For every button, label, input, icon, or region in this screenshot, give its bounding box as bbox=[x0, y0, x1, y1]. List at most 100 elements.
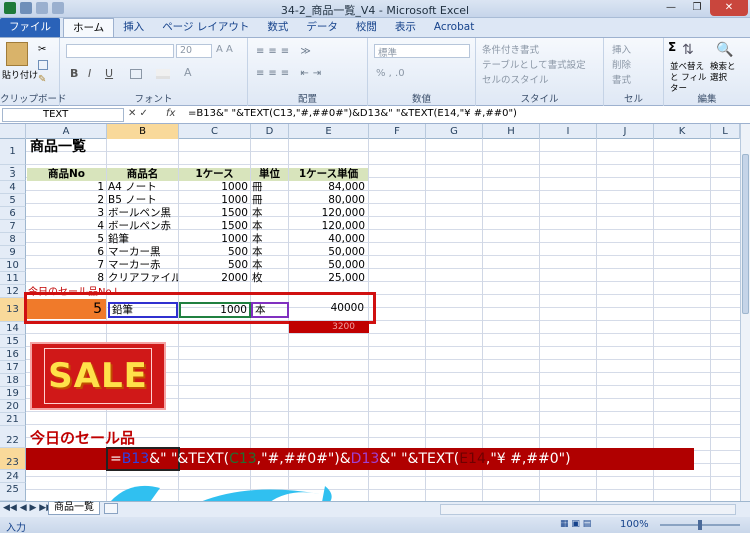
tab-formulas[interactable]: 数式 bbox=[258, 18, 297, 37]
header-cell[interactable]: 単位 bbox=[251, 168, 288, 181]
vertical-scrollbar[interactable] bbox=[740, 124, 750, 501]
table-cell[interactable]: 120,000 bbox=[289, 207, 367, 220]
sale-item-case[interactable]: 1000 bbox=[179, 302, 251, 318]
row-header[interactable]: 12 bbox=[0, 285, 26, 298]
cut-icon[interactable]: ✂ bbox=[38, 44, 46, 55]
table-cell[interactable]: 500 bbox=[179, 259, 250, 272]
table-cell[interactable]: 120,000 bbox=[289, 220, 367, 233]
align-top-icon[interactable]: ≡≡≡ ≫ bbox=[256, 46, 315, 57]
table-cell[interactable]: 2000 bbox=[179, 272, 250, 285]
row-header[interactable]: 13 bbox=[0, 298, 26, 322]
table-cell[interactable]: 本 bbox=[252, 220, 288, 233]
table-cell[interactable]: 1000 bbox=[179, 194, 250, 207]
header-cell[interactable]: 商品No bbox=[27, 168, 106, 181]
table-cell[interactable]: クリアファイル bbox=[108, 272, 178, 285]
zoom-thumb[interactable] bbox=[698, 520, 702, 530]
column-header[interactable]: F bbox=[369, 124, 426, 139]
table-cell[interactable]: 3 bbox=[27, 207, 106, 220]
column-header[interactable]: K bbox=[654, 124, 711, 139]
table-cell[interactable]: 本 bbox=[252, 207, 288, 220]
row-header[interactable]: 22 bbox=[0, 426, 26, 448]
table-cell[interactable]: 冊 bbox=[252, 181, 288, 194]
table-cell[interactable]: 1000 bbox=[179, 181, 250, 194]
percent-icon[interactable]: % , .0 bbox=[376, 68, 405, 79]
header-cell[interactable]: 1ケース単価 bbox=[289, 168, 368, 181]
table-cell[interactable]: マーカー赤 bbox=[108, 259, 178, 272]
row-header[interactable]: 21 bbox=[0, 413, 26, 426]
table-cell[interactable]: 枚 bbox=[252, 272, 288, 285]
table-cell[interactable]: 4 bbox=[27, 220, 106, 233]
font-name-select[interactable] bbox=[66, 44, 174, 58]
horizontal-scrollbar[interactable] bbox=[440, 504, 736, 515]
row-header[interactable]: 10 bbox=[0, 259, 26, 272]
row-header[interactable]: 3 bbox=[0, 168, 26, 181]
new-sheet-icon[interactable] bbox=[104, 503, 118, 514]
column-header[interactable]: I bbox=[540, 124, 597, 139]
table-cell[interactable]: ボールペン赤 bbox=[108, 220, 178, 233]
row-header[interactable]: 15 bbox=[0, 335, 26, 348]
sale-no-input[interactable]: 5 bbox=[27, 299, 106, 319]
sale-price-cell[interactable]: 3200 bbox=[289, 321, 369, 333]
maximize-icon[interactable]: ❐ bbox=[684, 0, 710, 16]
table-cell[interactable]: 5 bbox=[27, 233, 106, 246]
font-color-icon[interactable]: A bbox=[184, 66, 192, 79]
table-cell[interactable]: 80,000 bbox=[289, 194, 367, 207]
tab-acrobat[interactable]: Acrobat bbox=[425, 18, 484, 37]
row-header[interactable]: 14 bbox=[0, 322, 26, 335]
insert-function-button[interactable]: fx bbox=[166, 108, 175, 119]
cancel-icon[interactable]: ✕ ✓ bbox=[128, 108, 148, 119]
tab-data[interactable]: データ bbox=[297, 18, 347, 37]
column-header[interactable]: B bbox=[107, 124, 179, 139]
autosum-button[interactable]: Σ bbox=[668, 40, 676, 54]
row-header[interactable]: 9 bbox=[0, 246, 26, 259]
row-header[interactable]: 7 bbox=[0, 220, 26, 233]
table-cell[interactable]: 84,000 bbox=[289, 181, 367, 194]
find-select-button[interactable]: 検索と 選択 bbox=[710, 62, 746, 84]
table-cell[interactable]: 1500 bbox=[179, 207, 250, 220]
tab-insert[interactable]: 挿入 bbox=[114, 18, 153, 37]
row-header[interactable]: 16 bbox=[0, 348, 26, 361]
table-cell[interactable]: 8 bbox=[27, 272, 106, 285]
bold-button[interactable]: B bbox=[70, 67, 78, 80]
table-cell[interactable]: 50,000 bbox=[289, 246, 367, 259]
font-size-select[interactable]: 20 bbox=[176, 44, 212, 58]
row-header[interactable]: 17 bbox=[0, 361, 26, 374]
tab-view[interactable]: 表示 bbox=[386, 18, 425, 37]
table-cell[interactable]: A4 ノート bbox=[108, 181, 178, 194]
sheet-nav-icon[interactable]: ◀◀ ◀ ▶ ▶▶ bbox=[3, 503, 53, 513]
table-cell[interactable]: 1500 bbox=[179, 220, 250, 233]
grow-font-icon[interactable]: A A bbox=[216, 44, 233, 55]
conditional-format-button[interactable]: 条件付き書式 bbox=[482, 42, 539, 56]
italic-button[interactable]: I bbox=[88, 67, 91, 80]
paste-button[interactable]: 貼り付け bbox=[2, 68, 38, 81]
table-cell[interactable]: 2 bbox=[27, 194, 106, 207]
align-left-icon[interactable]: ≡≡≡ ⇤⇥ bbox=[256, 68, 325, 79]
row-header[interactable]: 4 bbox=[0, 181, 26, 194]
table-cell[interactable]: B5 ノート bbox=[108, 194, 178, 207]
close-icon[interactable]: ✕ bbox=[710, 0, 748, 16]
scroll-thumb[interactable] bbox=[742, 154, 749, 314]
row-header[interactable]: 1 bbox=[0, 139, 26, 165]
insert-cells-button[interactable]: 挿入 bbox=[612, 42, 631, 56]
table-cell[interactable]: 7 bbox=[27, 259, 106, 272]
zoom-level[interactable]: 100% bbox=[620, 519, 649, 530]
column-header[interactable]: D bbox=[251, 124, 289, 139]
column-header[interactable]: H bbox=[483, 124, 540, 139]
cell-style-button[interactable]: セルのスタイル bbox=[482, 72, 549, 86]
select-all-corner[interactable] bbox=[0, 124, 26, 139]
delete-cells-button[interactable]: 削除 bbox=[612, 57, 631, 71]
row-header[interactable]: 18 bbox=[0, 374, 26, 387]
row-header[interactable]: 5 bbox=[0, 194, 26, 207]
name-box[interactable]: TEXT bbox=[2, 108, 124, 122]
table-cell[interactable]: 鉛筆 bbox=[108, 233, 178, 246]
sale-item-price[interactable]: 40000 bbox=[289, 302, 368, 318]
row-header[interactable]: 23 bbox=[0, 448, 26, 470]
formula-edit-text[interactable]: =B13&" "&TEXT(C13,"#,##0#")&D13&" "&TEXT… bbox=[110, 449, 571, 469]
underline-button[interactable]: U bbox=[105, 67, 113, 80]
table-format-button[interactable]: テーブルとして書式設定 bbox=[482, 57, 586, 71]
tab-page-layout[interactable]: ページ レイアウト bbox=[153, 18, 258, 37]
table-cell[interactable]: 25,000 bbox=[289, 272, 367, 285]
sale-item-unit[interactable]: 本 bbox=[251, 302, 289, 318]
formula-input[interactable]: =B13&" "&TEXT(C13,"#,##0#")&D13&" "&TEXT… bbox=[188, 108, 517, 119]
row-header[interactable]: 11 bbox=[0, 272, 26, 285]
